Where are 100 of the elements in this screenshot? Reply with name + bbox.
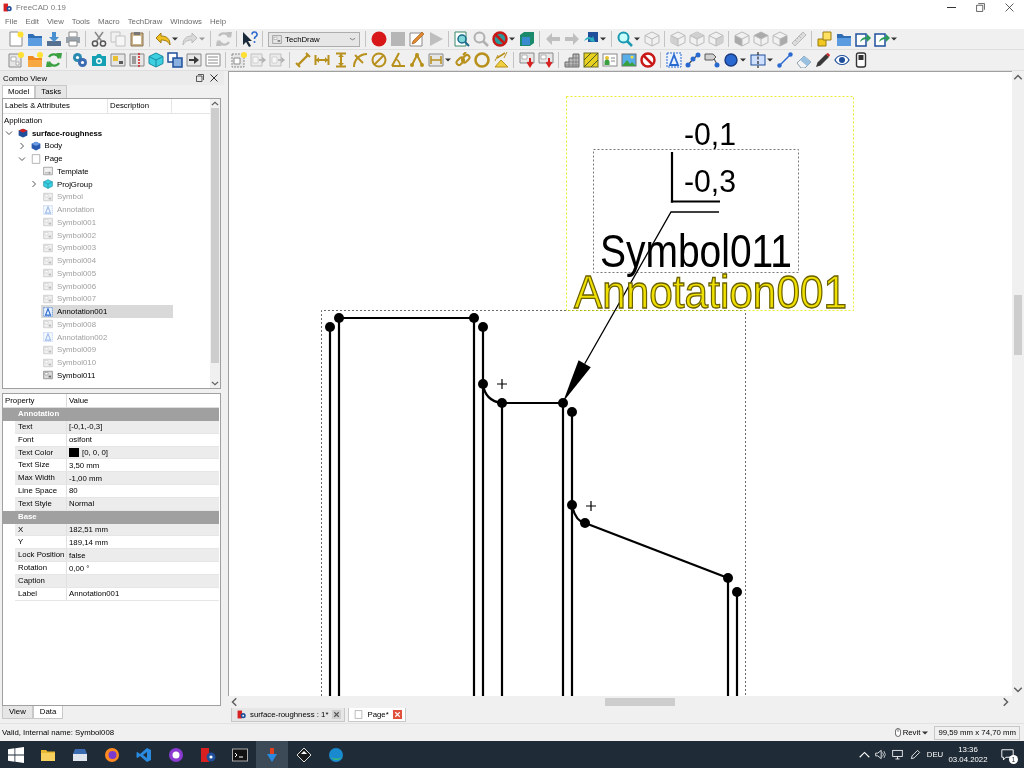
fit-page-icon[interactable] <box>453 31 470 47</box>
notepad-pencil-icon[interactable] <box>408 31 425 47</box>
close-icon[interactable] <box>210 74 218 82</box>
chevron-down-icon[interactable] <box>17 154 26 163</box>
dropdown-caret-icon[interactable] <box>767 58 773 62</box>
dropdown-caret-icon[interactable] <box>445 58 451 62</box>
symbol-icon <box>43 357 53 368</box>
hatch-icon[interactable] <box>582 52 599 68</box>
notification-icon[interactable] <box>1000 748 1014 761</box>
scrollbar-thumb[interactable] <box>1014 295 1022 355</box>
dimension-diagonal-icon[interactable] <box>294 52 311 68</box>
pencil-icon[interactable] <box>814 52 831 68</box>
chevron-up-icon[interactable] <box>858 749 870 760</box>
arrow-sheet-icon[interactable] <box>185 52 202 68</box>
scissors-icon[interactable] <box>90 31 107 47</box>
prohibited-sign-icon[interactable] <box>639 52 656 68</box>
view-sheet-icon[interactable] <box>109 52 126 68</box>
scrollbar-thumb[interactable] <box>605 698 675 706</box>
symbol-icon <box>43 281 53 292</box>
vertex-dot <box>732 587 742 597</box>
record-icon[interactable] <box>370 31 387 47</box>
dimension-horizontal-icon[interactable] <box>313 52 330 68</box>
dropdown-caret-icon[interactable] <box>600 37 606 41</box>
close-icon[interactable] <box>1005 3 1014 12</box>
symbol-icon <box>43 319 53 330</box>
vertex-dot <box>497 398 507 408</box>
radius-icon[interactable] <box>351 52 368 68</box>
cube-frame-icon[interactable] <box>518 31 535 47</box>
folder-icon[interactable] <box>835 31 852 47</box>
dropdown-caret-icon[interactable] <box>509 37 515 41</box>
blocks-icon[interactable] <box>816 31 833 47</box>
cube-icon <box>43 179 53 190</box>
symbol-icon <box>43 242 53 253</box>
diameter-icon[interactable] <box>370 52 387 68</box>
line-icon[interactable] <box>776 52 793 68</box>
centerline-icon[interactable] <box>749 52 766 68</box>
gears-icon[interactable] <box>71 52 88 68</box>
scrollbar-thumb[interactable] <box>211 108 219 363</box>
export-icon[interactable] <box>854 31 871 47</box>
angle-points-icon[interactable] <box>408 52 425 68</box>
pen-icon[interactable] <box>909 749 921 760</box>
symbol-icon <box>43 255 53 266</box>
caret-icon <box>922 730 929 735</box>
text-frame-icon <box>43 332 53 343</box>
dropdown-caret-icon[interactable] <box>891 37 897 41</box>
angle-icon[interactable] <box>389 52 406 68</box>
page-icon <box>30 153 41 164</box>
vertex-dot <box>325 322 335 332</box>
eye-icon[interactable] <box>833 52 850 68</box>
refresh-icon[interactable] <box>45 52 62 68</box>
vertex-dot <box>567 500 577 510</box>
printer-icon[interactable] <box>64 31 81 47</box>
start-icon <box>8 746 24 763</box>
close-icon[interactable] <box>332 710 342 719</box>
tag-icon[interactable] <box>703 52 720 68</box>
ring-icon[interactable] <box>473 52 490 68</box>
clipboard-icon[interactable] <box>128 31 145 47</box>
speaker-icon[interactable] <box>875 749 886 760</box>
save-icon[interactable] <box>45 31 62 47</box>
vertical-scrollbar[interactable] <box>210 99 220 388</box>
page-icon <box>354 710 364 719</box>
chevron-down-icon[interactable] <box>5 129 13 138</box>
restore-icon[interactable] <box>196 74 204 82</box>
folder-icon[interactable] <box>26 31 43 47</box>
export-page-icon[interactable] <box>537 52 554 68</box>
chevron-right-icon[interactable] <box>30 180 38 189</box>
text-frame-icon[interactable] <box>665 52 682 68</box>
dropdown-caret-icon[interactable] <box>172 37 178 41</box>
circle-icon[interactable] <box>722 52 739 68</box>
restore-icon[interactable] <box>976 3 985 12</box>
symbol-icon <box>43 344 53 355</box>
cube-icon[interactable] <box>147 52 164 68</box>
sheet-icon <box>43 166 53 177</box>
vertex-dot <box>580 518 590 528</box>
arrow-down-icon[interactable] <box>210 379 220 388</box>
monitor-icon[interactable] <box>892 749 903 760</box>
folder-star-icon[interactable] <box>26 52 43 68</box>
nodes-icon[interactable] <box>684 52 701 68</box>
dropdown-caret-icon[interactable] <box>740 58 746 62</box>
scanner-icon <box>72 746 88 763</box>
export-page-icon[interactable] <box>518 52 535 68</box>
prohibited-sign-icon[interactable] <box>491 31 508 47</box>
ring-logo-icon <box>168 746 184 763</box>
help-cursor-icon[interactable] <box>241 31 258 47</box>
camera-icon[interactable] <box>90 52 107 68</box>
section-icon[interactable] <box>128 52 145 68</box>
symbol-icon <box>43 370 53 381</box>
browser-icon <box>104 746 120 763</box>
dropdown-caret-icon[interactable] <box>634 37 640 41</box>
chevron-down-icon <box>349 37 356 41</box>
vertex-dot <box>478 322 488 332</box>
squares-icon[interactable] <box>166 52 183 68</box>
hatch-grid-icon[interactable] <box>563 52 580 68</box>
arrow-up-icon[interactable] <box>210 99 220 108</box>
export-icon[interactable] <box>873 31 890 47</box>
image-person-icon[interactable] <box>601 52 618 68</box>
vertical-scrollbar[interactable] <box>1012 71 1024 696</box>
triangle-dimension-icon[interactable] <box>492 52 509 68</box>
chevron-right-icon[interactable] <box>17 141 26 150</box>
image-landscape-icon[interactable] <box>620 52 637 68</box>
